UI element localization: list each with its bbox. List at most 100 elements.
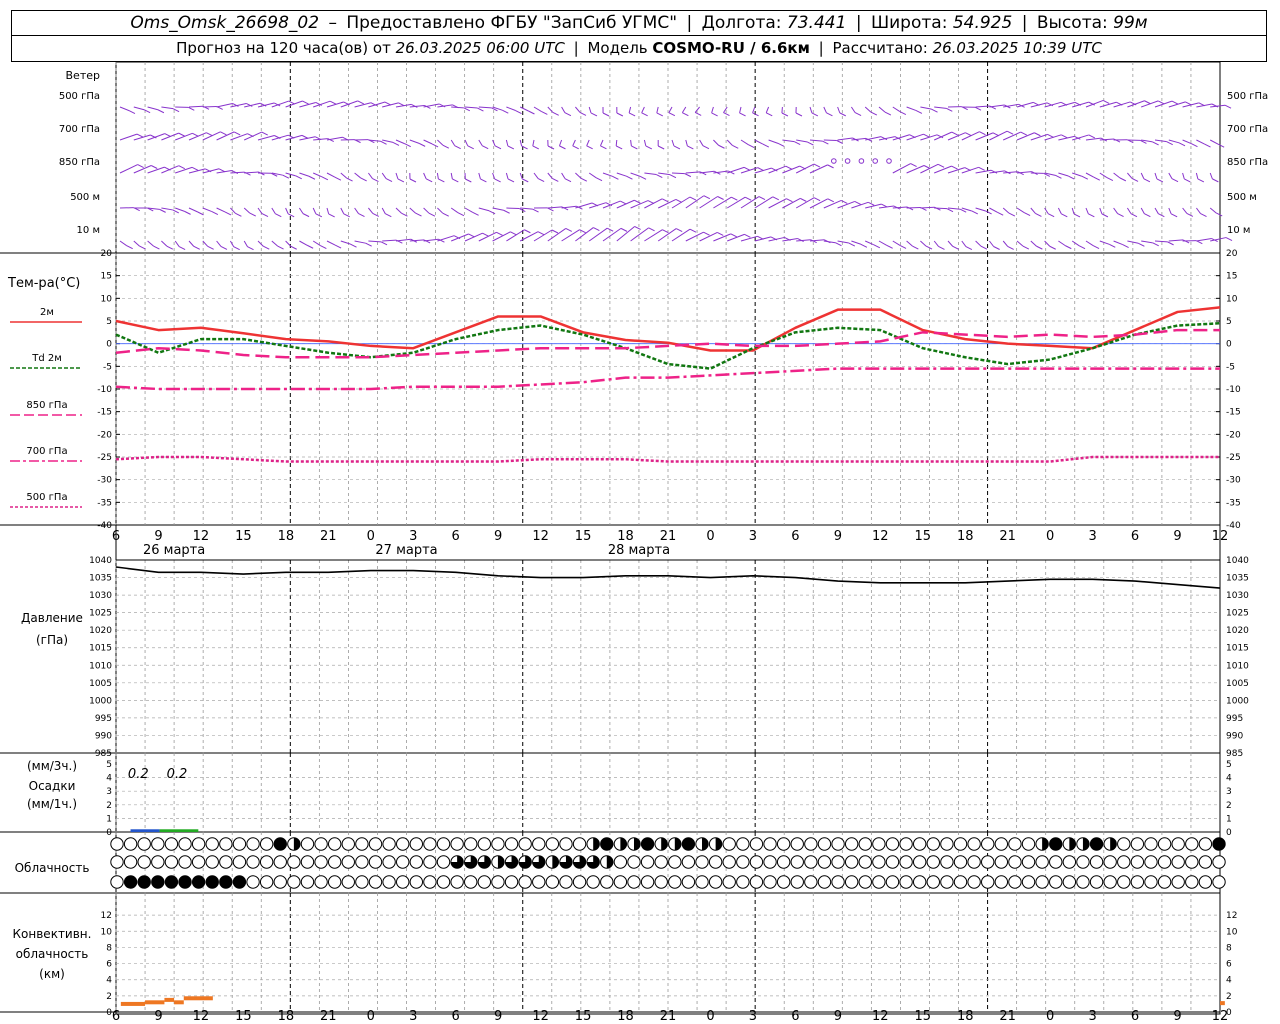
wind-barb <box>216 240 222 247</box>
cloud-fill <box>715 837 722 851</box>
cloud-fill <box>497 855 505 869</box>
legend-label: 500 гПа <box>26 492 67 503</box>
wind-barb-flag <box>730 233 737 238</box>
x-tick-label: 6 <box>112 529 120 544</box>
wind-level-label: 500 гПа <box>59 91 100 102</box>
wind-barb-flag <box>494 145 502 150</box>
wind-barb-flag <box>1185 101 1192 106</box>
wind-barb <box>547 106 554 113</box>
y-tick-label-right: 10 <box>1226 294 1238 304</box>
wind-barb-flag <box>656 174 663 178</box>
y-tick-label: 995 <box>95 714 112 724</box>
y-tick-label: 0 <box>106 1008 112 1018</box>
cloud-fill <box>606 855 613 869</box>
wind-barb-flag <box>472 211 479 216</box>
wind-barb <box>699 139 704 146</box>
wind-barb-flag <box>220 246 228 250</box>
cloud-symbol <box>1185 875 1199 889</box>
cloud-symbol <box>804 837 818 851</box>
wind-barb <box>975 240 982 247</box>
wind-barb <box>547 206 563 209</box>
wind-barb-flag <box>1088 213 1095 218</box>
wind-barb <box>809 106 813 114</box>
wind-barb-flag <box>813 163 821 168</box>
wind-barb-flag <box>515 110 522 114</box>
wind-barb-flag <box>758 196 766 201</box>
wind-barb-flag <box>807 141 814 146</box>
cloud-symbol <box>1144 875 1158 889</box>
wind-barb <box>450 207 459 214</box>
wind-barb <box>161 240 168 247</box>
conv-unit: (км) <box>39 967 65 981</box>
cloud-symbol <box>1021 837 1036 851</box>
y-tick-label: 0 <box>106 828 112 838</box>
cloud-symbol <box>504 837 519 851</box>
wind-barb-flag <box>634 199 641 204</box>
cloud-symbol <box>981 875 995 889</box>
wind-barb <box>575 106 581 113</box>
cloud-symbol <box>681 855 696 869</box>
wind-barb <box>1195 207 1201 214</box>
cloud-symbol <box>273 855 287 869</box>
wind-barb <box>478 106 492 109</box>
calm-circle <box>844 158 851 164</box>
wind-barb <box>1141 100 1159 108</box>
cloud-symbol <box>912 855 927 869</box>
y-tick-label-right: 0 <box>1226 340 1232 350</box>
wind-barb-flag <box>136 133 144 138</box>
wind-barb-flag <box>1130 213 1138 218</box>
wind-barb <box>478 207 490 212</box>
wind-barb-flag <box>385 178 393 183</box>
cloud-symbol <box>423 875 437 889</box>
wind-barb <box>920 240 927 247</box>
cloud-symbol <box>1198 855 1213 869</box>
wind-barb <box>532 139 535 147</box>
wind-barb-flag <box>620 227 628 232</box>
wind-barb-flag <box>1023 212 1031 216</box>
precip-unit-1h: (мм/1ч.) <box>27 797 77 811</box>
wind-barb-flag <box>235 212 242 217</box>
cloud-symbol <box>137 837 151 851</box>
wind-barb <box>1071 207 1075 215</box>
cloud-fill <box>682 837 695 851</box>
wind-barb <box>216 103 233 108</box>
x-tick-label: 0 <box>367 1009 375 1024</box>
wind-barb-flag <box>477 107 484 112</box>
cloud-symbol <box>382 875 396 889</box>
wind-barb-flag <box>295 175 302 180</box>
wind-barb-flag <box>496 231 503 236</box>
wind-barb-flag <box>795 112 803 117</box>
wind-barb <box>644 172 657 176</box>
cloud-symbol <box>205 855 219 869</box>
wind-barb-flag <box>656 112 664 117</box>
cloud-symbol <box>953 875 968 889</box>
wind-barb-flag <box>1073 213 1081 218</box>
y-tick-label: 985 <box>95 749 112 759</box>
wind-barb-flag <box>1224 104 1232 109</box>
cloud-symbol <box>831 875 845 889</box>
cloud-symbol <box>464 837 478 851</box>
cloud-fill <box>1212 837 1226 851</box>
cloud-symbol <box>273 875 287 889</box>
wind-barb-flag <box>452 178 459 183</box>
cloud-symbol <box>436 855 451 869</box>
legend-label: 2м <box>40 307 54 318</box>
wind-barb-flag <box>275 213 282 218</box>
wind-barb-flag <box>137 164 144 168</box>
wind-barb <box>368 240 382 243</box>
cloud-symbol <box>1185 855 1199 869</box>
wind-barb <box>423 207 430 214</box>
y-tick-label: -5 <box>103 362 112 372</box>
x-tick-label: 12 <box>872 1009 889 1024</box>
cloud-symbol <box>1008 855 1022 869</box>
wind-barb <box>326 136 343 141</box>
wind-barb-flag <box>224 211 232 216</box>
wind-barb-flag <box>682 112 689 117</box>
cloud-symbol <box>1144 837 1158 851</box>
wind-barb-flag <box>1007 245 1014 250</box>
wind-barb <box>313 100 331 108</box>
wind-barb <box>161 106 174 110</box>
y-tick-label: 1 <box>106 814 112 824</box>
cloud-symbol <box>232 837 247 851</box>
wind-barb-flag <box>951 165 958 170</box>
